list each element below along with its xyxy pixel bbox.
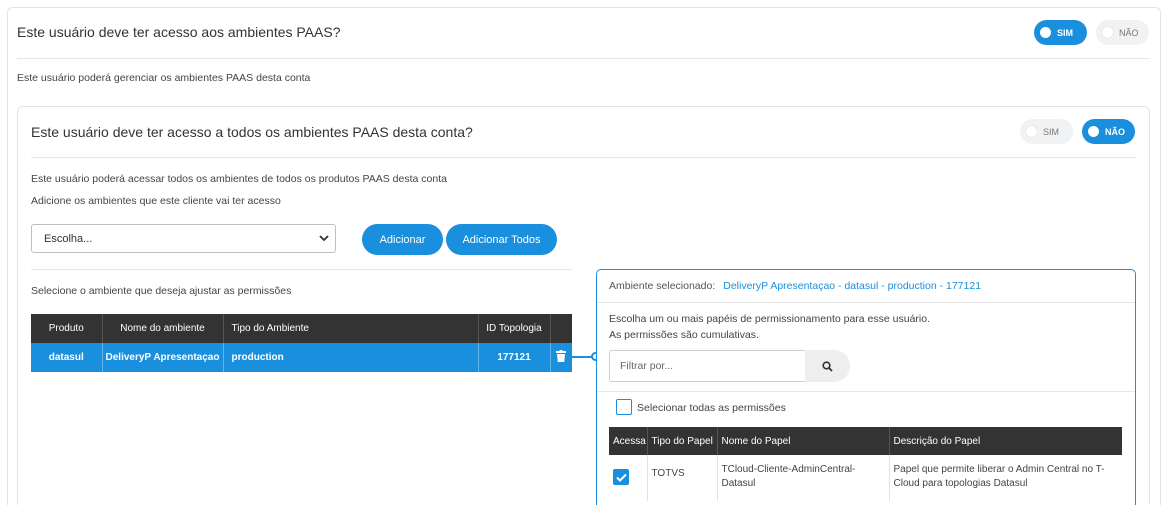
col-descricao-papel: Descrição do Papel [889,427,1122,455]
perm-desc-2: As permissões são cumulativas. [609,329,759,341]
col-nome-ambiente: Nome do ambiente [102,314,224,343]
cell-acessa[interactable] [609,455,648,501]
toggle-knob-icon [1088,126,1099,137]
environment-table: Produto Nome do ambiente Tipo do Ambient… [31,314,572,372]
filter-group: Filtrar por... [609,350,850,382]
inner-toggle: SIM NÃO [1020,119,1135,144]
toggle-knob-icon [1040,27,1051,38]
access-checkbox[interactable] [613,469,629,485]
col-acessa: Acessa [609,427,648,455]
delete-cell[interactable] [550,343,572,372]
main-question: Este usuário deve ter acesso aos ambient… [17,24,341,40]
trash-icon[interactable] [556,350,567,362]
inner-toggle-yes[interactable]: SIM [1020,119,1073,144]
cell-descricao-papel: Papel que permite liberar o Admin Centra… [893,464,1105,489]
selected-env-title: Ambiente selecionado: DeliveryP Apresenta… [609,280,982,292]
environment-select[interactable]: Escolha... [31,224,336,253]
env-hint: Selecione o ambiente que deseja ajustar … [31,285,292,297]
add-all-button[interactable]: Adicionar Todos [446,224,557,255]
col-id-topologia: ID Topologia [478,314,551,343]
perm-desc-1: Escolha um ou mais papéis de permissiona… [609,313,931,325]
toggle-knob-icon [1026,126,1037,137]
table-row: TOTVS TCloud-Cliente-AdminCentral-Datasu… [609,455,1122,501]
checkmark-icon [615,473,627,482]
inner-question: Este usuário deve ter acesso a todos os … [31,124,473,140]
col-tipo-ambiente: Tipo do Ambiente [223,314,479,343]
select-all-label: Selecionar todas as permissões [637,402,786,414]
inner-toggle-no[interactable]: NÃO [1082,119,1135,144]
col-produto: Produto [31,314,103,343]
col-nome-papel: Nome do Papel [717,427,890,455]
divider [597,391,1135,392]
main-toggle: SIM NÃO [1034,20,1149,45]
cell-id: 177121 [478,343,551,372]
divider [597,302,1135,303]
search-icon [822,360,833,372]
col-actions [550,314,572,343]
add-button[interactable]: Adicionar [362,224,443,255]
chevron-down-icon [319,235,329,242]
cell-nome-papel: TCloud-Cliente-AdminCentral-Datasul [717,455,890,501]
cell-tipo-papel: TOTVS [647,455,718,501]
divider [17,58,1150,59]
divider [31,269,572,270]
inner-hint-1: Este usuário poderá acessar todos os amb… [31,173,447,185]
toggle-knob-icon [1102,27,1113,38]
main-toggle-yes[interactable]: SIM [1034,20,1087,45]
main-toggle-no[interactable]: NÃO [1096,20,1149,45]
permissions-table: Acessa Tipo do Papel Nome do Papel Descr… [609,427,1122,501]
table-row[interactable]: datasul DeliveryP Apresentaçao productio… [31,343,572,372]
cell-tipo: production [223,343,479,372]
selected-env-name: DeliveryP Apresentaçao - datasul - produ… [723,280,982,292]
inner-hint-2: Adicione os ambientes que este cliente v… [31,195,281,207]
filter-input[interactable]: Filtrar por... [609,350,805,382]
filter-search-button[interactable] [805,350,850,382]
select-all-checkbox[interactable] [616,399,632,415]
cell-nome: DeliveryP Apresentaçao [102,343,224,372]
main-hint: Este usuário poderá gerenciar os ambient… [17,72,311,84]
col-tipo-papel: Tipo do Papel [647,427,718,455]
divider [31,157,1136,158]
cell-produto: datasul [31,343,103,372]
